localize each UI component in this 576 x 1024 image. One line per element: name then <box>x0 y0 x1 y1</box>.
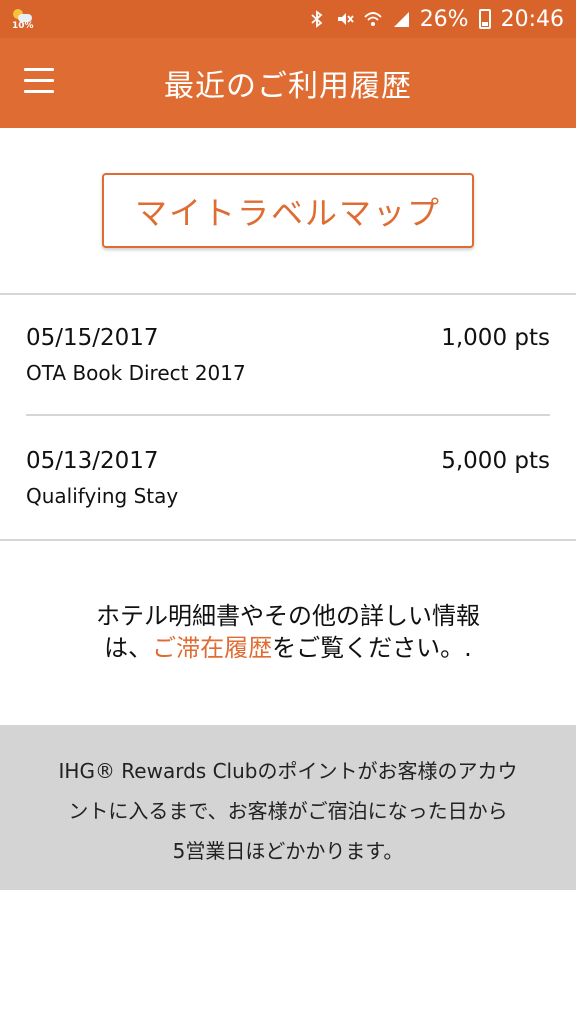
points-notice: IHG® Rewards Clubのポイントがお客様のアカウ ントに入るまで、お… <box>0 725 576 890</box>
history-date: 05/15/2017 <box>26 325 159 351</box>
weather-icon: 10% <box>12 8 34 31</box>
divider <box>0 293 576 295</box>
info-text: ホテル明細書やその他の詳しい情報 は、ご滞在履歴をご覧ください。. <box>0 600 576 664</box>
divider <box>0 539 576 541</box>
stay-history-link[interactable]: ご滞在履歴 <box>152 634 272 662</box>
signal-icon <box>393 12 409 27</box>
mute-icon <box>337 13 354 25</box>
status-left: 10% <box>12 8 34 31</box>
info-line2-prefix: は、 <box>104 634 153 662</box>
history-date: 05/13/2017 <box>26 448 159 474</box>
info-line2-suffix: をご覧ください。. <box>272 634 472 662</box>
hamburger-menu-icon[interactable] <box>24 68 54 96</box>
notice-line1: IHG® Rewards Clubのポイントがお客様のアカウ <box>58 759 518 783</box>
battery-icon <box>478 9 491 29</box>
wifi-icon <box>364 12 382 26</box>
history-points: 5,000 pts <box>441 448 550 474</box>
page-title: 最近のご利用履歴 <box>164 69 412 104</box>
bluetooth-icon <box>311 10 323 28</box>
history-row[interactable]: 05/15/2017 1,000 pts OTA Book Direct 201… <box>26 325 550 445</box>
battery-percent: 26% <box>419 6 469 32</box>
info-line2: は、ご滞在履歴をご覧ください。. <box>0 632 576 664</box>
history-description: OTA Book Direct 2017 <box>26 361 246 385</box>
notice-line3: 5営業日ほどかかります。 <box>172 839 404 863</box>
status-bar: 10% 26% 20:46 <box>0 0 576 38</box>
clock: 20:46 <box>500 6 564 32</box>
info-line1: ホテル明細書やその他の詳しい情報 <box>96 602 480 630</box>
history-row[interactable]: 05/13/2017 5,000 pts Qualifying Stay <box>26 448 550 568</box>
weather-temp: 10% <box>12 21 34 31</box>
status-right: 26% 20:46 <box>308 7 564 32</box>
row-divider <box>26 414 550 416</box>
my-travel-map-button[interactable]: マイトラベルマップ <box>102 173 474 248</box>
notice-line2: ントに入るまで、お客様がご宿泊になった日から <box>68 799 508 823</box>
history-description: Qualifying Stay <box>26 484 179 508</box>
history-points: 1,000 pts <box>441 325 550 351</box>
app-bar: 最近のご利用履歴 <box>0 38 576 128</box>
